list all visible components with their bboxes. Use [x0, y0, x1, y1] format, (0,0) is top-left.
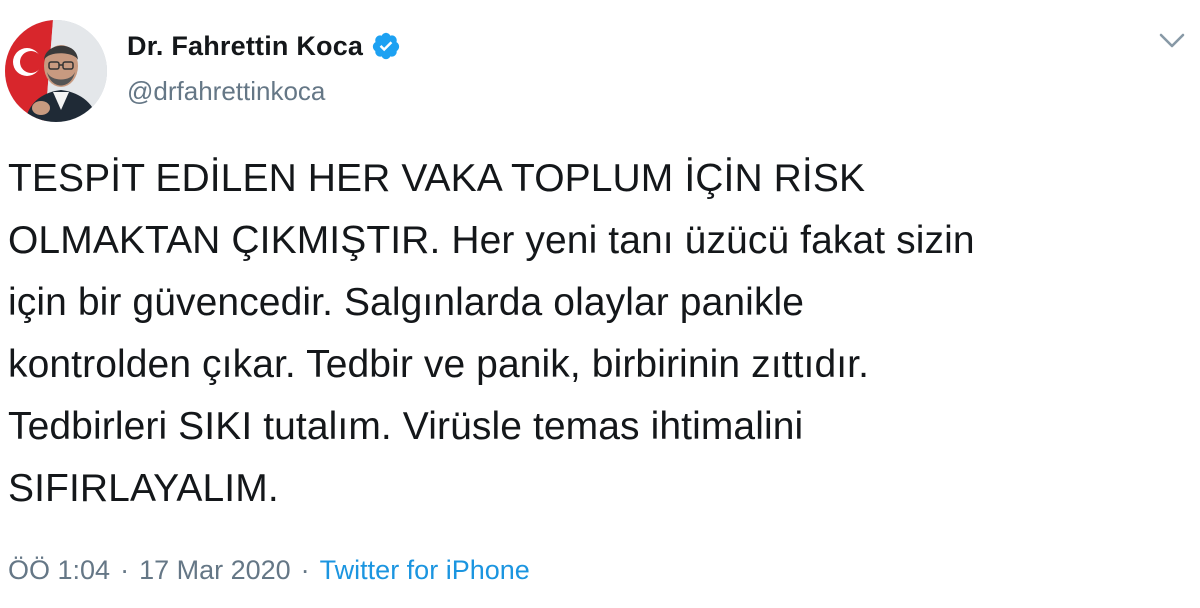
author-name-row: Dr. Fahrettin Koca	[127, 28, 401, 64]
meta-separator: ·	[300, 555, 310, 585]
verified-badge-icon	[371, 31, 401, 61]
tweet-card: Dr. Fahrettin Koca @drfahrettinkoca TESP…	[0, 0, 1200, 608]
tweet-date[interactable]: 17 Mar 2020	[139, 555, 291, 586]
meta-separator: ·	[120, 555, 130, 585]
author-handle[interactable]: @drfahrettinkoca	[127, 76, 401, 107]
author-block: Dr. Fahrettin Koca @drfahrettinkoca	[127, 28, 401, 107]
chevron-down-icon[interactable]	[1158, 30, 1186, 52]
tweet-time[interactable]: ÖÖ 1:04	[8, 555, 110, 586]
tweet-source-link[interactable]: Twitter for iPhone	[320, 555, 530, 586]
tweet-meta: ÖÖ 1:04 · 17 Mar 2020 · Twitter for iPho…	[8, 555, 530, 586]
avatar[interactable]	[5, 20, 107, 122]
tweet-text: TESPİT EDİLEN HER VAKA TOPLUM İÇİN RİSK …	[8, 157, 975, 510]
author-display-name[interactable]: Dr. Fahrettin Koca	[127, 31, 363, 62]
profile-photo-icon	[5, 20, 107, 122]
